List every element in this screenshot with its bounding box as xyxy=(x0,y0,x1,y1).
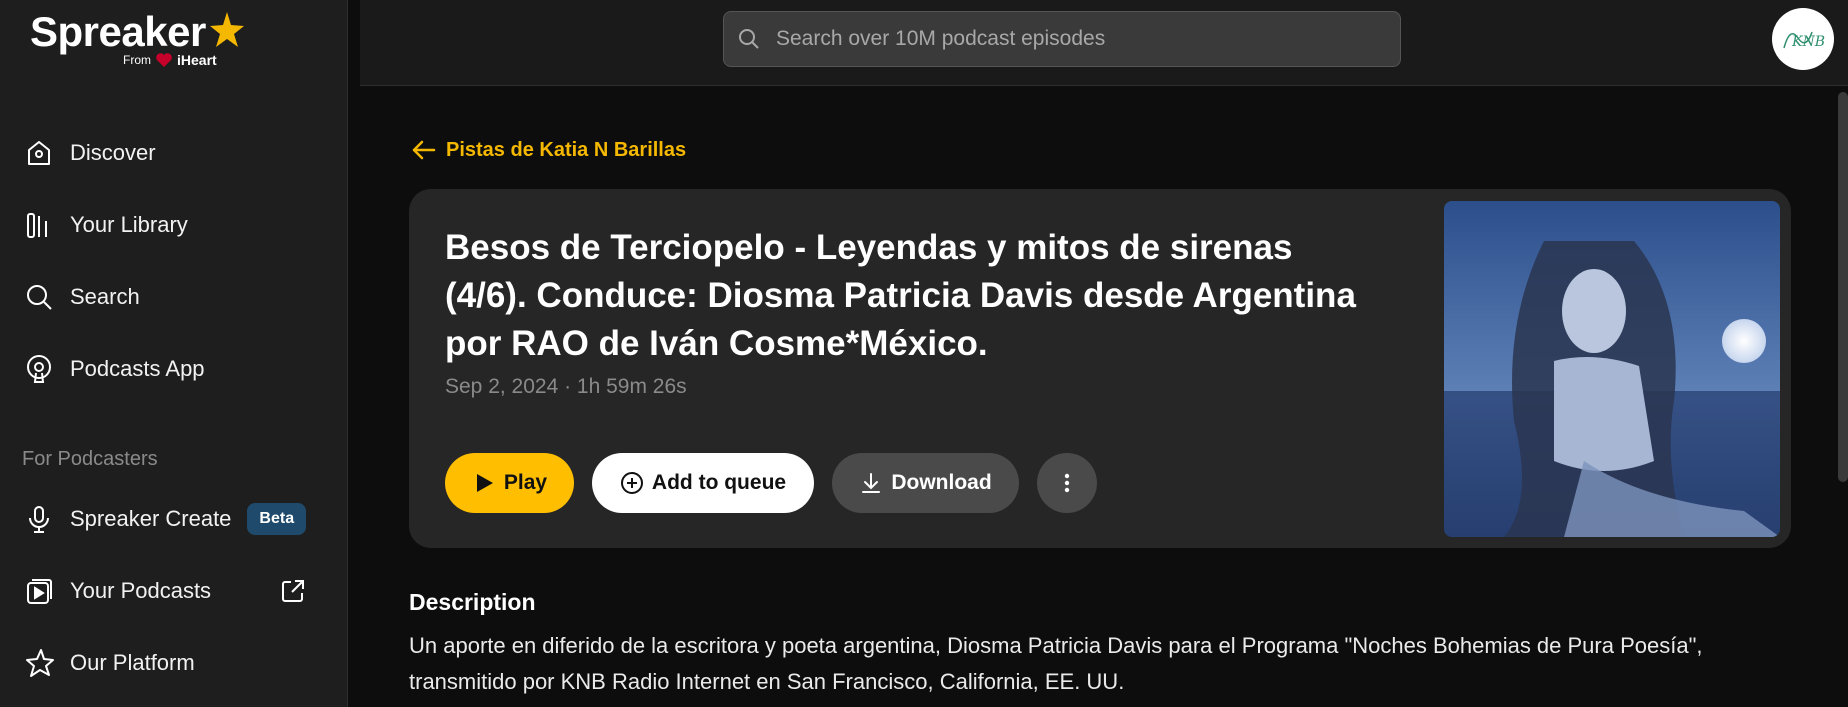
microphone-icon xyxy=(22,502,56,536)
sidebar-item-library[interactable]: Your Library xyxy=(22,203,188,247)
avatar[interactable]: KNB xyxy=(1772,8,1834,70)
top-bar: KNB xyxy=(360,0,1848,86)
search-input[interactable] xyxy=(776,27,1376,51)
sidebar: Spreaker From iHeart Discover Your Libra… xyxy=(0,0,348,707)
sidebar-item-label: Your Library xyxy=(70,212,188,237)
podcast-app-icon xyxy=(22,352,56,386)
episode-cover-image xyxy=(1444,201,1780,537)
avatar-text: KNB xyxy=(1791,34,1825,50)
download-icon xyxy=(862,473,881,493)
more-vertical-icon xyxy=(1064,473,1070,493)
logo-partner: iHeart xyxy=(177,52,217,68)
more-options-button[interactable] xyxy=(1037,453,1097,513)
search-bar[interactable] xyxy=(723,11,1401,67)
logo-from-label: From xyxy=(123,53,151,67)
logo-wordmark: Spreaker xyxy=(30,8,206,55)
discover-icon xyxy=(22,136,56,170)
play-icon xyxy=(476,474,493,492)
sidebar-item-label: Your Podcasts xyxy=(70,578,212,603)
sidebar-item-our-platform[interactable]: Our Platform xyxy=(22,641,195,685)
episode-meta: Sep 2, 2024 · 1h 59m 26s xyxy=(445,375,687,398)
logo-subtitle: From iHeart xyxy=(123,52,217,68)
play-button-label: Play xyxy=(503,471,548,494)
download-button[interactable]: Download xyxy=(832,453,1019,513)
your-podcasts-icon xyxy=(22,574,56,608)
sidebar-item-label: Podcasts App xyxy=(70,356,205,381)
sidebar-item-label: Our Platform xyxy=(70,650,195,675)
back-link[interactable]: Pistas de Katia N Barillas xyxy=(410,136,686,164)
add-to-queue-label: Add to queue xyxy=(651,471,787,494)
sidebar-item-podcasts-app[interactable]: Podcasts App xyxy=(22,347,205,391)
sidebar-item-label: Search xyxy=(70,284,140,309)
arrow-left-icon xyxy=(412,140,436,160)
section-label-for-podcasters: For Podcasters xyxy=(22,448,158,470)
sidebar-item-spreaker-create[interactable]: Spreaker Create Beta xyxy=(22,497,307,541)
spreaker-logo[interactable]: Spreaker From iHeart xyxy=(30,6,250,76)
sidebar-item-discover[interactable]: Discover xyxy=(22,131,156,175)
add-to-queue-button[interactable]: Add to queue xyxy=(592,453,814,513)
scrollbar-thumb[interactable] xyxy=(1838,92,1848,482)
description-body: Un aporte en diferido de la escritora y … xyxy=(409,633,1703,694)
avatar-logo-icon: KNB xyxy=(1773,9,1833,69)
play-button[interactable]: Play xyxy=(445,453,574,513)
iheart-icon xyxy=(156,53,172,67)
library-icon xyxy=(22,208,56,242)
search-icon xyxy=(739,29,759,49)
sidebar-item-your-podcasts[interactable]: Your Podcasts xyxy=(22,569,211,613)
sidebar-item-label: Discover xyxy=(70,140,156,165)
download-label: Download xyxy=(891,471,992,494)
episode-title: Besos de Terciopelo - Leyendas y mitos d… xyxy=(445,228,1356,363)
plus-circle-icon xyxy=(620,472,643,494)
back-link-label: Pistas de Katia N Barillas xyxy=(446,138,687,161)
sidebar-item-search[interactable]: Search xyxy=(22,275,140,319)
description-heading: Description xyxy=(409,589,536,615)
external-link-icon[interactable] xyxy=(278,576,308,606)
star-outline-icon xyxy=(22,646,56,680)
logo-star-icon xyxy=(210,12,244,47)
beta-badge: Beta xyxy=(247,503,307,535)
search-icon xyxy=(22,280,56,314)
sidebar-item-label: Spreaker Create xyxy=(70,506,232,531)
